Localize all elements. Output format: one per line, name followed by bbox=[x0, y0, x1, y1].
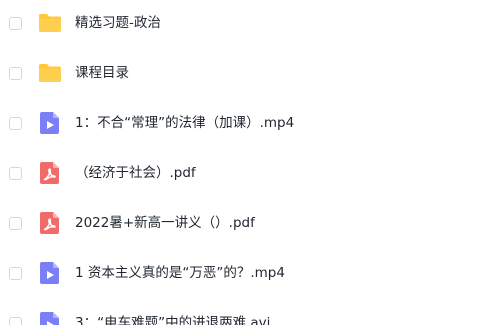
row-checkbox[interactable] bbox=[9, 17, 22, 30]
file-name[interactable]: 3：“电车难题”中的进退两难.avi bbox=[75, 314, 270, 325]
file-name[interactable]: 1 资本主义真的是“万恶”的？.mp4 bbox=[75, 264, 285, 282]
list-item[interactable]: 2022暑+新高一讲义（）.pdf bbox=[0, 200, 478, 250]
row-checkbox[interactable] bbox=[9, 217, 22, 230]
row-checkbox[interactable] bbox=[9, 167, 22, 180]
pdf-file-icon bbox=[38, 211, 62, 235]
list-item[interactable]: 3：“电车难题”中的进退两难.avi bbox=[0, 300, 478, 325]
row-checkbox[interactable] bbox=[9, 117, 22, 130]
list-item[interactable]: 精选习题-政治 bbox=[0, 0, 478, 50]
folder-icon bbox=[38, 61, 62, 85]
video-file-icon bbox=[38, 261, 62, 285]
row-checkbox[interactable] bbox=[9, 67, 22, 80]
file-name[interactable]: 课程目录 bbox=[75, 64, 129, 82]
list-item[interactable]: 1 资本主义真的是“万恶”的？.mp4 bbox=[0, 250, 478, 300]
file-name[interactable]: 1：不合“常理”的法律（加课）.mp4 bbox=[75, 114, 294, 132]
video-file-icon bbox=[38, 111, 62, 135]
file-name[interactable]: 2022暑+新高一讲义（）.pdf bbox=[75, 214, 255, 232]
file-list: 精选习题-政治 课程目录 1：不合“常理”的法律（加课）.mp4 （经济于社会）… bbox=[0, 0, 478, 325]
row-checkbox[interactable] bbox=[9, 267, 22, 280]
row-checkbox[interactable] bbox=[9, 317, 22, 325]
list-item[interactable]: 1：不合“常理”的法律（加课）.mp4 bbox=[0, 100, 478, 150]
list-item[interactable]: （经济于社会）.pdf bbox=[0, 150, 478, 200]
file-name[interactable]: 精选习题-政治 bbox=[75, 14, 161, 32]
list-item[interactable]: 课程目录 bbox=[0, 50, 478, 100]
file-name[interactable]: （经济于社会）.pdf bbox=[75, 164, 196, 182]
pdf-file-icon bbox=[38, 161, 62, 185]
video-file-icon bbox=[38, 311, 62, 325]
folder-icon bbox=[38, 11, 62, 35]
